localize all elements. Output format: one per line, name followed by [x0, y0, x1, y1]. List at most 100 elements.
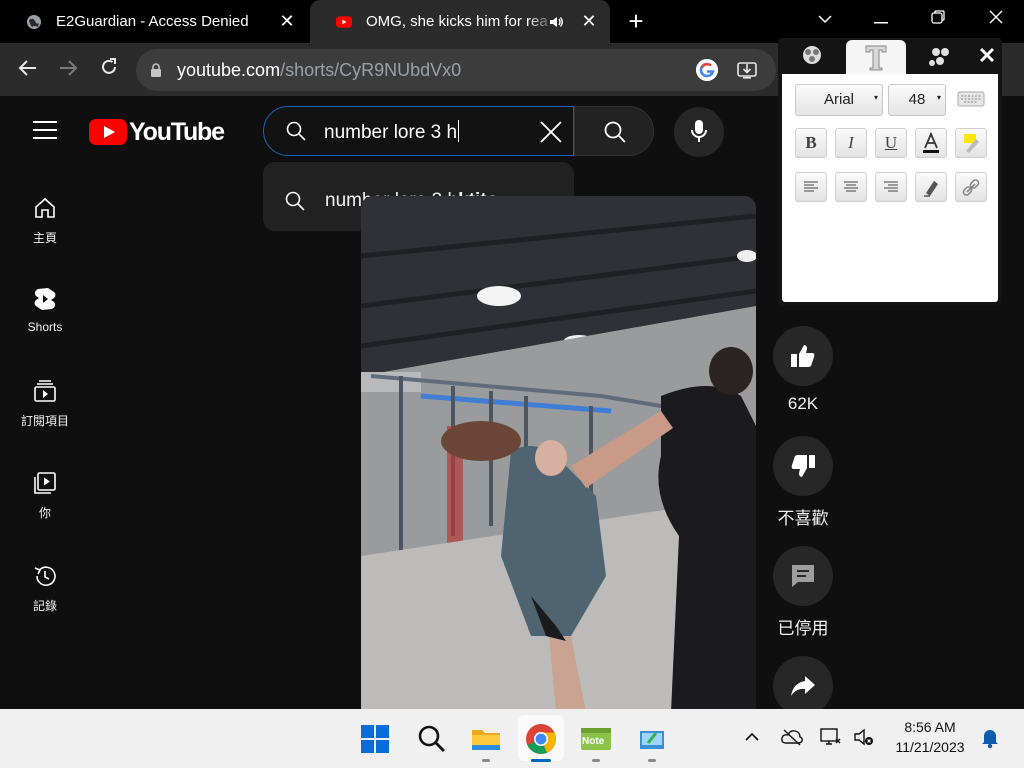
- nav-home[interactable]: 主頁: [0, 195, 90, 246]
- search-icon[interactable]: [416, 723, 448, 755]
- home-icon: [32, 195, 58, 221]
- font-size-value: 48: [908, 91, 926, 108]
- new-tab-button[interactable]: +: [624, 6, 648, 36]
- note-app-label: Note: [582, 736, 605, 747]
- tab-title: OMG, she kicks him for rea: [366, 13, 548, 30]
- nav-history[interactable]: 記錄: [0, 563, 90, 614]
- active-indicator: [531, 759, 551, 762]
- network-icon[interactable]: [818, 725, 842, 749]
- speaker-icon[interactable]: [548, 14, 564, 34]
- address-bar[interactable]: youtube.com/shorts/CyR9NUbdVx0: [136, 49, 776, 91]
- video-frame: [361, 196, 756, 712]
- italic-button[interactable]: I: [835, 128, 867, 158]
- voice-search-button[interactable]: [674, 107, 724, 157]
- link-button[interactable]: [955, 172, 987, 202]
- highlight-color-button[interactable]: [955, 128, 987, 158]
- text-color-button[interactable]: [915, 128, 947, 158]
- font-size-select[interactable]: 48 ▾: [888, 84, 946, 116]
- text-extension-popup: Arial ▾ 48 ▾ B I U: [778, 38, 1002, 306]
- share-button[interactable]: [773, 656, 833, 716]
- back-button[interactable]: [15, 57, 41, 83]
- windows-start-icon[interactable]: [359, 723, 391, 755]
- running-indicator: [482, 759, 490, 762]
- globe-icon: [26, 14, 42, 30]
- taskbar-clock[interactable]: 8:56 AM 11/21/2023: [888, 717, 972, 757]
- search-box[interactable]: number lore 3 h: [263, 106, 574, 156]
- chrome-icon[interactable]: [525, 723, 557, 755]
- align-right-icon: [884, 181, 898, 192]
- extension-tab-text[interactable]: [846, 40, 906, 74]
- file-explorer-icon[interactable]: [470, 723, 502, 755]
- nav-label: 你: [38, 506, 51, 520]
- close-window-button[interactable]: [981, 8, 1011, 32]
- history-icon: [32, 563, 58, 589]
- shorts-icon: [32, 286, 58, 312]
- nav-subscriptions[interactable]: 訂閱項目: [0, 378, 90, 429]
- dislike-action[interactable]: 不喜歡: [773, 436, 833, 529]
- align-left-button[interactable]: [795, 172, 827, 202]
- url-text[interactable]: youtube.com/shorts/CyR9NUbdVx0: [177, 60, 461, 81]
- restore-button[interactable]: [923, 8, 953, 32]
- notification-bell-icon[interactable]: [980, 727, 1000, 749]
- reload-button[interactable]: [96, 57, 122, 83]
- comments-button[interactable]: [773, 546, 833, 606]
- youtube-play-icon: [89, 119, 127, 145]
- nav-shorts[interactable]: Shorts: [0, 286, 90, 334]
- shapes-icon: [929, 48, 949, 66]
- bold-button[interactable]: B: [795, 128, 827, 158]
- url-host: youtube.com: [177, 60, 281, 80]
- shorts-video-player[interactable]: [361, 196, 756, 712]
- font-family-select[interactable]: Arial ▾: [795, 84, 883, 116]
- tab-e2guardian[interactable]: E2Guardian - Access Denied ✕: [0, 0, 308, 43]
- extension-tab-shapes[interactable]: [910, 40, 970, 74]
- align-right-button[interactable]: [875, 172, 907, 202]
- tab-search-chevron-icon[interactable]: [810, 8, 840, 32]
- dislike-button[interactable]: [773, 436, 833, 496]
- like-count: 62K: [787, 394, 819, 413]
- keyboard-icon[interactable]: [956, 86, 986, 112]
- close-tab-icon[interactable]: ✕: [580, 12, 598, 30]
- highlighter-icon: [964, 134, 979, 153]
- subscriptions-icon: [32, 378, 58, 404]
- link-icon: [962, 179, 980, 196]
- align-center-button[interactable]: [835, 172, 867, 202]
- install-app-icon[interactable]: [736, 60, 758, 80]
- youtube-wordmark: YouTube: [129, 117, 225, 146]
- windows-taskbar: Note 8:56 AM 11/21/2023: [0, 709, 1024, 768]
- hamburger-menu-icon[interactable]: [33, 121, 57, 139]
- nav-label: Shorts: [27, 320, 63, 334]
- underline-button[interactable]: U: [875, 128, 907, 158]
- like-button[interactable]: [773, 326, 833, 386]
- nav-label: 主頁: [32, 231, 57, 245]
- share-action[interactable]: [773, 656, 833, 716]
- youtube-logo[interactable]: YouTube: [89, 117, 225, 146]
- installer-app-icon[interactable]: [636, 723, 668, 755]
- extension-tab-stamp[interactable]: [782, 40, 842, 74]
- minimize-button[interactable]: [866, 8, 896, 32]
- align-left-icon: [804, 181, 818, 192]
- you-icon: [32, 470, 58, 496]
- like-action[interactable]: 62K: [773, 326, 833, 414]
- clock-date: 11/21/2023: [895, 739, 965, 755]
- font-family-value: Arial: [823, 91, 854, 108]
- comments-action[interactable]: 已停用: [773, 546, 833, 639]
- google-lens-icon[interactable]: [696, 59, 718, 81]
- running-indicator: [592, 759, 600, 762]
- eraser-icon: [924, 181, 938, 197]
- nav-you[interactable]: 你: [0, 470, 90, 521]
- note-app-icon[interactable]: Note: [580, 723, 612, 755]
- close-tab-icon[interactable]: ✕: [278, 12, 296, 30]
- search-input[interactable]: number lore 3 h: [324, 120, 459, 144]
- tab-youtube-short[interactable]: OMG, she kicks him for rea ✕: [310, 0, 610, 43]
- clear-format-button[interactable]: [915, 172, 947, 202]
- clear-search-icon[interactable]: [538, 119, 564, 145]
- volume-muted-icon[interactable]: [852, 725, 876, 749]
- show-hidden-icons-chevron-icon[interactable]: [742, 729, 762, 745]
- search-button[interactable]: [574, 106, 654, 156]
- comment-icon: [792, 565, 814, 587]
- align-center-icon: [844, 181, 858, 192]
- lock-icon[interactable]: [150, 63, 164, 77]
- onedrive-offline-icon[interactable]: [780, 727, 804, 747]
- close-extension-icon[interactable]: [978, 46, 996, 64]
- forward-button[interactable]: [55, 57, 81, 83]
